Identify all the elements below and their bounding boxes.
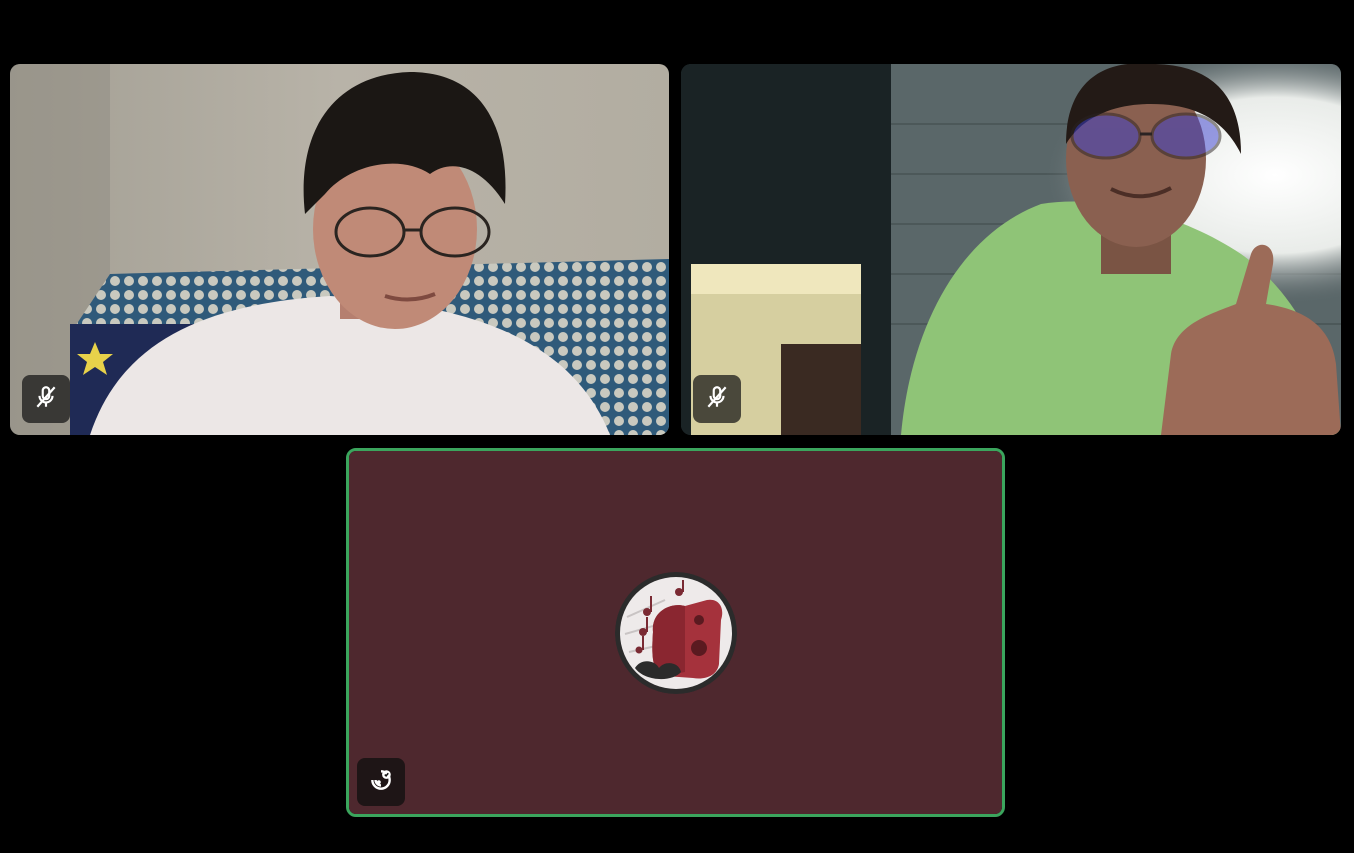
microphone-muted-icon	[704, 384, 730, 415]
video-feed	[10, 64, 669, 435]
activity-status-icon	[368, 767, 394, 798]
participant-tile-1[interactable]	[10, 64, 669, 435]
avatar	[614, 571, 737, 694]
mute-status-badge	[22, 375, 70, 423]
microphone-muted-icon	[33, 384, 59, 415]
mute-status-badge	[693, 375, 741, 423]
activity-status-badge	[357, 758, 405, 806]
participant-tile-3[interactable]	[346, 448, 1005, 817]
call-stage	[0, 0, 1354, 853]
video-feed	[681, 64, 1341, 435]
participant-tile-2[interactable]	[681, 64, 1341, 435]
red-speaker-music-notes-icon	[614, 571, 737, 694]
